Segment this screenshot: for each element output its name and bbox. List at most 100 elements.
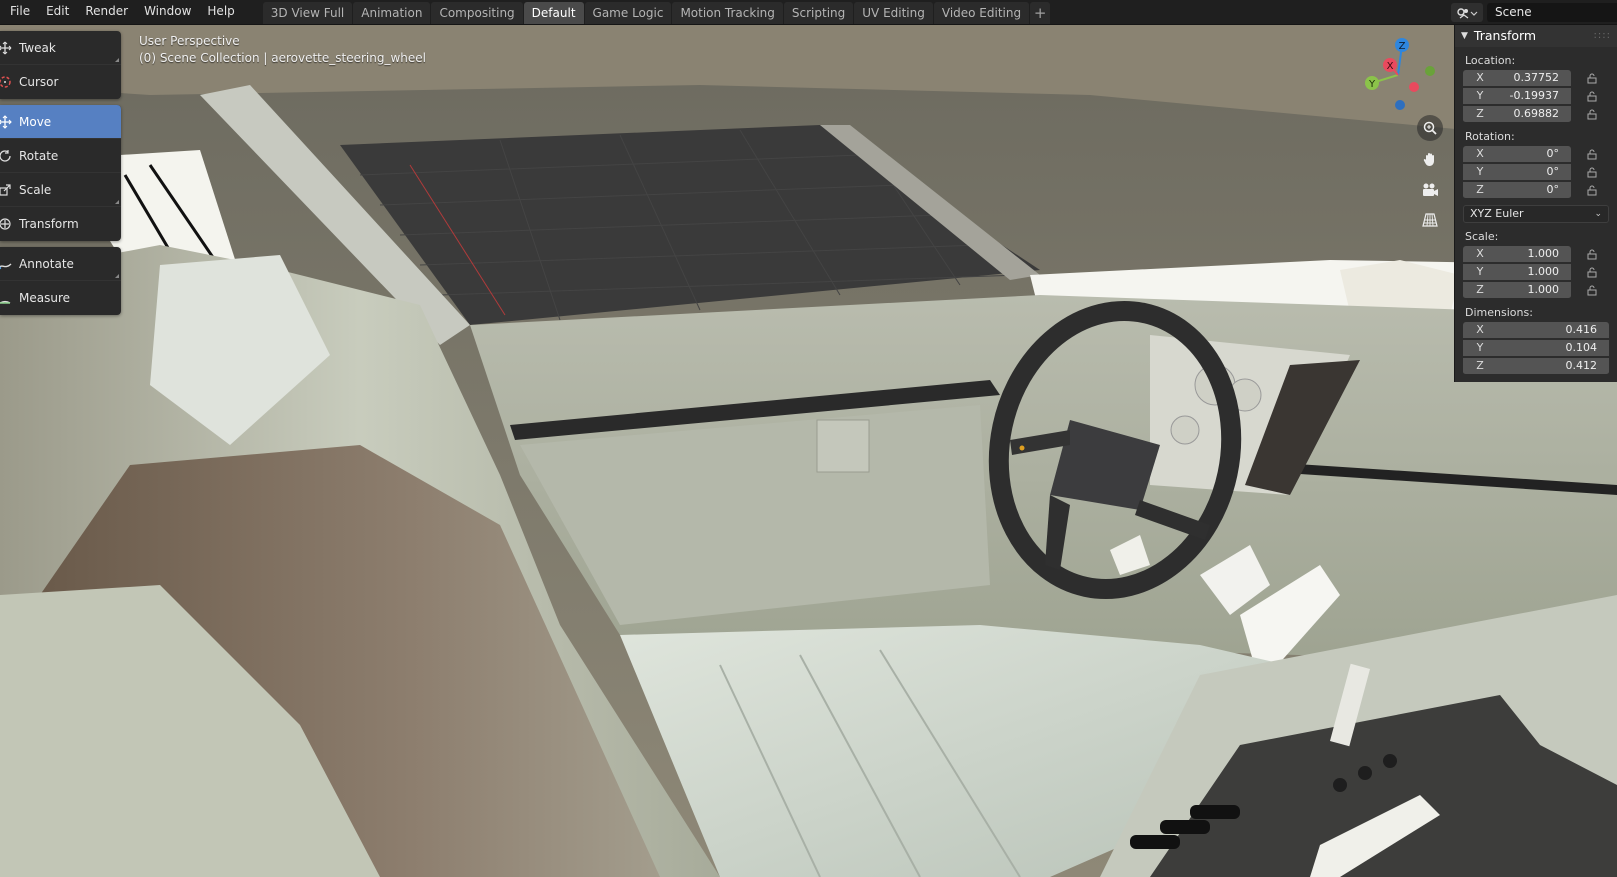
location-z-field[interactable]: Z 0.69882 bbox=[1463, 105, 1571, 123]
transform-panel-title: Transform bbox=[1473, 28, 1537, 43]
dimensions-x-value: 0.416 bbox=[1565, 323, 1598, 336]
menu-edit[interactable]: Edit bbox=[38, 0, 77, 25]
menu-render[interactable]: Render bbox=[77, 0, 136, 25]
lock-icon[interactable] bbox=[1585, 71, 1599, 85]
camera-view-button[interactable] bbox=[1417, 177, 1443, 203]
tool-annotate[interactable]: Annotate bbox=[0, 247, 121, 281]
viewport-collection-label: (0) Scene Collection | aerovette_steerin… bbox=[139, 51, 426, 65]
scene-name-field[interactable]: Scene bbox=[1487, 3, 1617, 22]
gizmo-neg-y[interactable] bbox=[1425, 66, 1435, 76]
scale-x-row: X 1.000 bbox=[1463, 245, 1617, 263]
rotation-z-field[interactable]: Z 0° bbox=[1463, 181, 1571, 199]
tab-3d-view-full[interactable]: 3D View Full bbox=[262, 1, 353, 24]
perspective-toggle-button[interactable] bbox=[1417, 207, 1443, 233]
gizmo-neg-z[interactable] bbox=[1395, 100, 1405, 110]
dimensions-z-value: 0.412 bbox=[1565, 359, 1598, 372]
menu-window[interactable]: Window bbox=[136, 0, 199, 25]
gizmo-neg-x[interactable] bbox=[1409, 82, 1419, 92]
tab-video-editing[interactable]: Video Editing bbox=[933, 1, 1030, 24]
tool-cursor-label: Cursor bbox=[19, 75, 59, 89]
lock-icon[interactable] bbox=[1585, 147, 1599, 161]
dimensions-label: Dimensions: bbox=[1465, 306, 1533, 319]
tool-scale-label: Scale bbox=[19, 182, 52, 197]
rotation-y-field[interactable]: Y 0° bbox=[1463, 163, 1571, 181]
axis-label: X bbox=[1476, 71, 1484, 84]
scale-y-field[interactable]: Y 1.000 bbox=[1463, 263, 1571, 281]
lock-icon[interactable] bbox=[1585, 165, 1599, 179]
tool-options-indicator bbox=[115, 58, 119, 62]
gizmo-y-label: Y bbox=[1368, 79, 1376, 90]
rotation-mode-select[interactable]: XYZ Euler ⌄ bbox=[1463, 205, 1609, 223]
menu-file[interactable]: File bbox=[2, 0, 38, 25]
tool-shelf: Tweak Cursor Move Rotate Scale Transform… bbox=[0, 31, 121, 321]
tool-rotate[interactable]: Rotate bbox=[0, 139, 121, 173]
tool-options-indicator bbox=[115, 200, 119, 204]
rotation-x-row: X 0° bbox=[1463, 145, 1617, 163]
main-menu: File Edit Render Window Help bbox=[0, 0, 243, 25]
dimensions-z-field[interactable]: Z 0.412 bbox=[1463, 357, 1609, 375]
tool-tweak[interactable]: Tweak bbox=[0, 31, 121, 65]
tool-annotate-label: Annotate bbox=[19, 256, 74, 271]
tool-cursor[interactable]: Cursor bbox=[0, 65, 121, 99]
tab-motion-tracking[interactable]: Motion Tracking bbox=[672, 1, 783, 24]
tab-game-logic[interactable]: Game Logic bbox=[584, 1, 672, 24]
lock-icon[interactable] bbox=[1585, 89, 1599, 103]
tool-scale[interactable]: Scale bbox=[0, 173, 121, 207]
location-x-field[interactable]: X 0.37752 bbox=[1463, 69, 1571, 87]
axis-label: Z bbox=[1476, 283, 1484, 296]
rotation-z-value: 0° bbox=[1546, 183, 1560, 196]
tool-options-indicator bbox=[115, 274, 119, 278]
add-workspace-button[interactable]: + bbox=[1030, 1, 1051, 24]
grid-perspective-icon bbox=[1422, 213, 1438, 227]
tool-measure[interactable]: Measure bbox=[0, 281, 121, 315]
lock-icon[interactable] bbox=[1585, 265, 1599, 279]
location-y-row: Y -0.19937 bbox=[1463, 87, 1617, 105]
scene-icon bbox=[1457, 7, 1478, 18]
viewport-info: User Perspective (0) Scene Collection | … bbox=[139, 33, 426, 67]
dimensions-y-row: Y 0.104 bbox=[1463, 339, 1617, 357]
dimensions-y-field[interactable]: Y 0.104 bbox=[1463, 339, 1609, 357]
transform-panel: ▼ Transform :::: Location: X 0.37752 Y -0.… bbox=[1454, 25, 1617, 382]
tool-transform-label: Transform bbox=[19, 217, 79, 231]
rotation-y-row: Y 0° bbox=[1463, 163, 1617, 181]
dimensions-x-field[interactable]: X 0.416 bbox=[1463, 321, 1609, 339]
menu-help[interactable]: Help bbox=[199, 0, 242, 25]
dimensions-z-row: Z 0.412 bbox=[1463, 357, 1617, 375]
tool-transform[interactable]: Transform bbox=[0, 207, 121, 241]
scale-x-field[interactable]: X 1.000 bbox=[1463, 245, 1571, 263]
zoom-icon bbox=[1423, 121, 1437, 135]
axis-label: Z bbox=[1476, 183, 1484, 196]
lock-icon[interactable] bbox=[1585, 107, 1599, 121]
lock-icon[interactable] bbox=[1585, 283, 1599, 297]
scene-browse-button[interactable] bbox=[1451, 3, 1483, 22]
tool-move[interactable]: Move bbox=[0, 105, 121, 139]
navigation-gizmo[interactable]: Z Y X bbox=[1360, 33, 1436, 111]
zoom-button[interactable] bbox=[1417, 115, 1443, 141]
axis-label: Z bbox=[1476, 107, 1484, 120]
pan-button[interactable] bbox=[1417, 146, 1443, 172]
scale-label: Scale: bbox=[1465, 230, 1499, 243]
scale-z-field[interactable]: Z 1.000 bbox=[1463, 281, 1571, 299]
drag-grip-icon[interactable]: :::: bbox=[1594, 25, 1611, 47]
tweak-icon bbox=[0, 41, 12, 55]
rotation-x-field[interactable]: X 0° bbox=[1463, 145, 1571, 163]
viewport-render bbox=[0, 25, 1617, 877]
tab-scripting[interactable]: Scripting bbox=[783, 1, 854, 24]
location-y-field[interactable]: Y -0.19937 bbox=[1463, 87, 1571, 105]
top-bar: File Edit Render Window Help 3D View Ful… bbox=[0, 0, 1617, 25]
transform-panel-header[interactable]: ▼ Transform :::: bbox=[1455, 25, 1617, 47]
3d-viewport[interactable]: User Perspective (0) Scene Collection | … bbox=[0, 25, 1617, 877]
tab-animation[interactable]: Animation bbox=[353, 1, 431, 24]
tab-uv-editing[interactable]: UV Editing bbox=[854, 1, 933, 24]
rotation-y-value: 0° bbox=[1546, 165, 1560, 178]
scale-z-row: Z 1.000 bbox=[1463, 281, 1617, 299]
scale-x-value: 1.000 bbox=[1527, 247, 1560, 260]
lock-icon[interactable] bbox=[1585, 247, 1599, 261]
gizmo-z-label: Z bbox=[1399, 41, 1406, 52]
tab-default[interactable]: Default bbox=[523, 1, 584, 24]
lock-icon[interactable] bbox=[1585, 183, 1599, 197]
axis-label: Y bbox=[1476, 265, 1484, 278]
rotate-icon bbox=[0, 149, 12, 163]
tab-compositing[interactable]: Compositing bbox=[431, 1, 523, 24]
tool-move-label: Move bbox=[19, 114, 52, 129]
